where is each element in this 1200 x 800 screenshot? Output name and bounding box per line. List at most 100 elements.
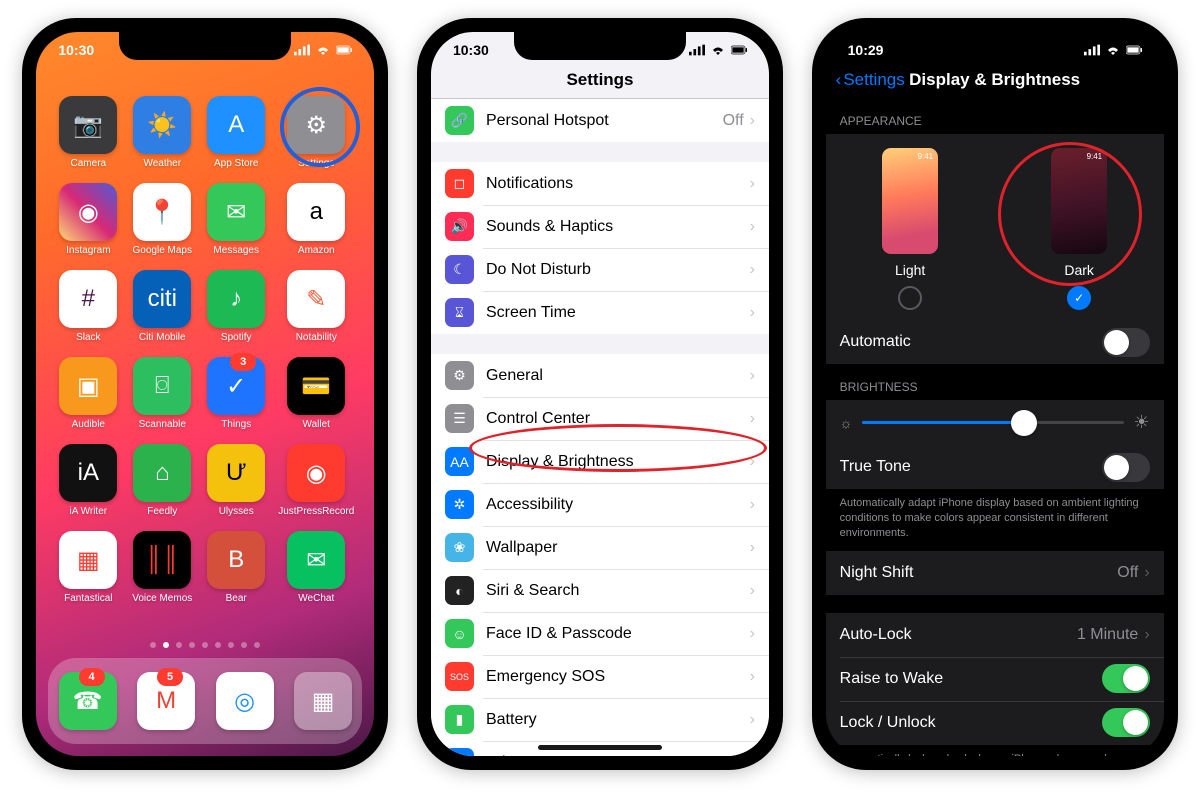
row-icon: AA [445,447,474,476]
app-label: Instagram [66,245,110,256]
home-indicator[interactable] [538,745,662,750]
app-fantastical[interactable]: ▦ Fantastical [56,531,120,604]
app-icon: 📷 [59,96,117,154]
app-notability[interactable]: ✎ Notability [278,270,354,343]
app-voice-memos[interactable]: ║║ Voice Memos [130,531,194,604]
appearance-option-light[interactable]: 9:41 Light [882,148,938,310]
settings-row-screen-time[interactable]: ⌛︎ Screen Time › [431,291,769,334]
row-label: Battery [486,711,750,729]
row-value: Off [723,112,744,130]
page-dot[interactable] [241,642,247,648]
row-true-tone[interactable]: True Tone [826,445,1164,489]
signal-icon [1084,44,1100,56]
row-label: Personal Hotspot [486,112,723,130]
app-slack[interactable]: # Slack [56,270,120,343]
row-label: Siri & Search [486,582,750,600]
dock-app-phone[interactable]: ☎︎ 4 [59,672,117,730]
app-justpressrecord[interactable]: ◉ JustPressRecord [278,444,354,517]
app-amazon[interactable]: a Amazon [278,183,354,256]
app-things[interactable]: ✓ Things 3 [204,357,268,430]
page-dot[interactable] [215,642,221,648]
appearance-option-dark[interactable]: 9:41 Dark ✓ [1051,148,1107,310]
row-automatic[interactable]: Automatic [826,320,1164,364]
app-icon: iA [59,444,117,502]
light-label: Light [895,262,925,278]
chevron-right-icon: › [750,410,755,428]
lock-switch[interactable] [1102,708,1150,737]
settings-row-wallpaper[interactable]: ❀ Wallpaper › [431,526,769,569]
settings-row-do-not-disturb[interactable]: ☾ Do Not Disturb › [431,248,769,291]
row-raise-to-wake[interactable]: Raise to Wake [826,657,1164,701]
status-time: 10:29 [848,42,884,58]
app-instagram[interactable]: ◉ Instagram [56,183,120,256]
app-ulysses[interactable]: Ư Ulysses [204,444,268,517]
automatic-switch[interactable] [1102,328,1150,357]
raise-switch[interactable] [1102,664,1150,693]
home-app-grid: 📷 Camera ☀️ Weather A App Store ⚙︎ Setti… [36,92,374,608]
row-icon: ▮ [445,705,474,734]
dark-radio[interactable]: ✓ [1067,286,1091,310]
app-label: Amazon [298,245,335,256]
app-camera[interactable]: 📷 Camera [56,96,120,169]
row-label: Screen Time [486,304,750,322]
app-wechat[interactable]: ✉︎ WeChat [278,531,354,604]
app-google-maps[interactable]: 📍 Google Maps [130,183,194,256]
row-icon: ☰ [445,404,474,433]
row-lock-unlock[interactable]: Lock / Unlock [826,701,1164,745]
settings-row-control-center[interactable]: ☰ Control Center › [431,397,769,440]
settings-row-display-brightness[interactable]: AA Display & Brightness › [431,440,769,483]
chevron-right-icon: › [750,539,755,557]
app-bear[interactable]: B Bear [204,531,268,604]
app-feedly[interactable]: ⌂ Feedly [130,444,194,517]
row-auto-lock[interactable]: Auto-Lock 1 Minute › [826,613,1164,657]
settings-row-face-id-passcode[interactable]: ☺︎ Face ID & Passcode › [431,612,769,655]
chevron-right-icon: › [750,496,755,514]
settings-list[interactable]: 🔗 Personal Hotspot Off › ◻︎ Notifications… [431,99,769,756]
app-messages[interactable]: ✉︎ Messages [204,183,268,256]
app-app-store[interactable]: A App Store [204,96,268,169]
page-dots[interactable] [36,642,374,648]
dock-app-gmail[interactable]: M 5 [137,672,195,730]
app-label: App Store [214,158,258,169]
settings-row-battery[interactable]: ▮ Battery › [431,698,769,741]
settings-row-notifications[interactable]: ◻︎ Notifications › [431,162,769,205]
page-dot[interactable] [163,642,169,648]
slider-thumb[interactable] [1011,410,1037,436]
page-dot[interactable] [150,642,156,648]
page-dot[interactable] [189,642,195,648]
lock-note: Automatically lock and unlock your iPhon… [826,745,1164,756]
light-radio[interactable] [898,286,922,310]
row-icon: ◻︎ [445,169,474,198]
app-icon: # [59,270,117,328]
dock-app-safari[interactable]: ◎ [216,672,274,730]
badge: 4 [79,668,105,686]
app-citi-mobile[interactable]: citi Citi Mobile [130,270,194,343]
settings-row-sounds-haptics[interactable]: 🔊 Sounds & Haptics › [431,205,769,248]
settings-row-emergency-sos[interactable]: SOS Emergency SOS › [431,655,769,698]
app-settings[interactable]: ⚙︎ Settings [278,96,354,169]
page-dot[interactable] [228,642,234,648]
page-dot[interactable] [202,642,208,648]
app-wallet[interactable]: 💳 Wallet [278,357,354,430]
app-weather[interactable]: ☀️ Weather [130,96,194,169]
app-scannable[interactable]: ⌼ Scannable [130,357,194,430]
settings-row-general[interactable]: ⚙︎ General › [431,354,769,397]
nav-title: Display & Brightness [826,70,1164,90]
true-tone-switch[interactable] [1102,453,1150,482]
app-icon: ⌼ [133,357,191,415]
page-dot[interactable] [176,642,182,648]
app-icon: A [207,96,265,154]
row-night-shift[interactable]: Night Shift Off › [826,551,1164,595]
app-audible[interactable]: ▣ Audible [56,357,120,430]
settings-row-personal-hotspot[interactable]: 🔗 Personal Hotspot Off › [431,99,769,142]
settings-row-siri-search[interactable]: ◐ Siri & Search › [431,569,769,612]
app-spotify[interactable]: ♪ Spotify [204,270,268,343]
settings-row-accessibility[interactable]: ✲ Accessibility › [431,483,769,526]
app-ia-writer[interactable]: iA iA Writer [56,444,120,517]
brightness-slider[interactable]: ☼ ☀︎ [826,400,1164,445]
page-dot[interactable] [254,642,260,648]
chevron-right-icon: › [750,754,755,757]
dock-app-folder[interactable]: ▦ [294,672,352,730]
chevron-right-icon: › [750,175,755,193]
display-settings-scroll[interactable]: APPEARANCE 9:41 Light 9:41 Dark ✓ Automa… [826,98,1164,756]
